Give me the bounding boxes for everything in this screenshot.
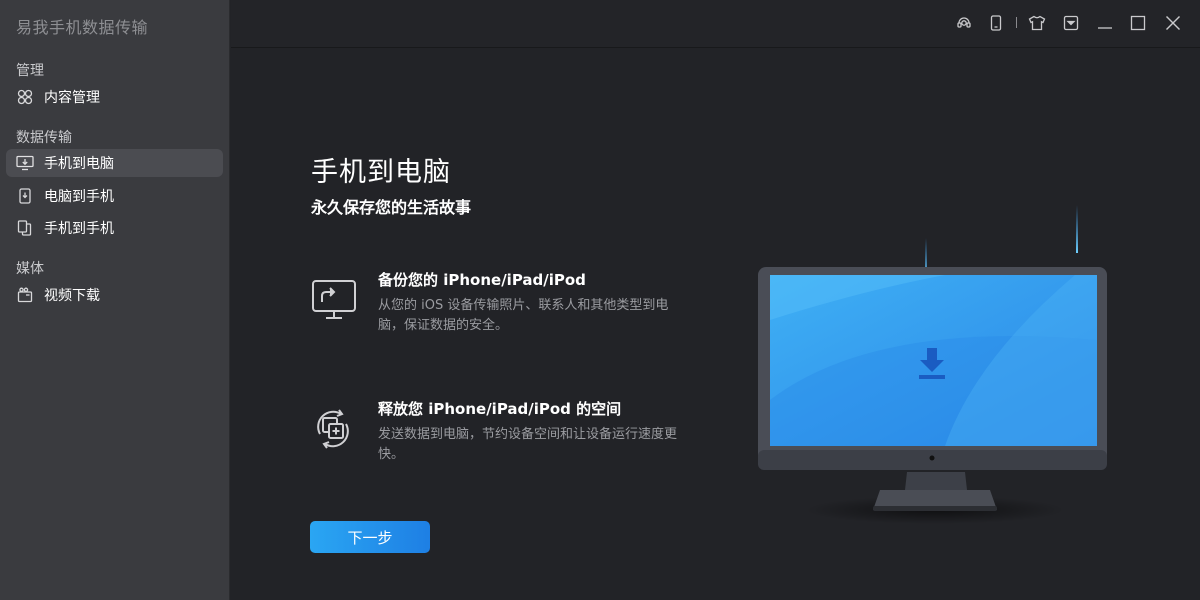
sidebar-item-phone-to-phone[interactable]: 手机到手机: [6, 214, 223, 242]
sidebar-item-label: 内容管理: [44, 90, 100, 106]
next-button[interactable]: 下一步: [310, 521, 430, 553]
menu-dropdown-icon[interactable]: [1060, 12, 1082, 34]
grid-icon: [16, 88, 34, 106]
device-icon[interactable]: [985, 12, 1007, 34]
section-label-manage: 管理: [16, 63, 44, 79]
sidebar-item-phone-to-pc[interactable]: 手机到电脑: [6, 149, 223, 177]
sidebar-item-label: 手机到手机: [44, 221, 114, 237]
sidebar-item-pc-to-phone[interactable]: 电脑到手机: [6, 182, 223, 210]
close-icon[interactable]: [1162, 12, 1184, 34]
title-bar: [231, 0, 1200, 48]
feature-desc-free-space: 发送数据到电脑，节约设备空间和让设备运行速度更快。: [378, 427, 678, 462]
pc-to-phone-icon: [16, 187, 34, 205]
section-label-media: 媒体: [16, 261, 44, 277]
minimize-icon[interactable]: [1094, 12, 1116, 34]
skin-icon[interactable]: [1026, 12, 1048, 34]
monitor-illustration: [745, 200, 1120, 530]
feature-desc-backup: 从您的 iOS 设备传输照片、联系人和其他类型到电脑，保证数据的安全。: [378, 298, 669, 333]
backup-monitor-icon: [308, 276, 358, 326]
sidebar-item-video-download[interactable]: 视频下载: [6, 281, 223, 309]
app-title: 易我手机数据传输: [16, 18, 149, 37]
free-space-icon: [308, 404, 358, 454]
titlebar-divider: [1016, 17, 1017, 28]
sidebar-item-label: 视频下载: [44, 288, 100, 304]
feature-title-free-space: 释放您 iPhone/iPad/iPod 的空间: [378, 400, 622, 418]
sidebar-item-content-manage[interactable]: 内容管理: [6, 83, 223, 111]
sidebar: 易我手机数据传输 管理 内容管理 数据传输 手机到电脑 电脑到手机 手机到手机 …: [0, 0, 230, 600]
sidebar-item-label: 手机到电脑: [44, 156, 114, 172]
feature-title-backup: 备份您的 iPhone/iPad/iPod: [378, 271, 586, 289]
maximize-icon[interactable]: [1127, 12, 1149, 34]
video-download-icon: [16, 286, 34, 304]
phone-to-pc-icon: [16, 154, 34, 172]
page-title: 手机到电脑: [311, 157, 451, 188]
page-subtitle: 永久保存您的生活故事: [311, 198, 472, 217]
section-label-transfer: 数据传输: [16, 130, 72, 146]
phone-to-phone-icon: [16, 219, 34, 237]
support-icon[interactable]: [953, 12, 975, 34]
sidebar-item-label: 电脑到手机: [44, 189, 114, 205]
